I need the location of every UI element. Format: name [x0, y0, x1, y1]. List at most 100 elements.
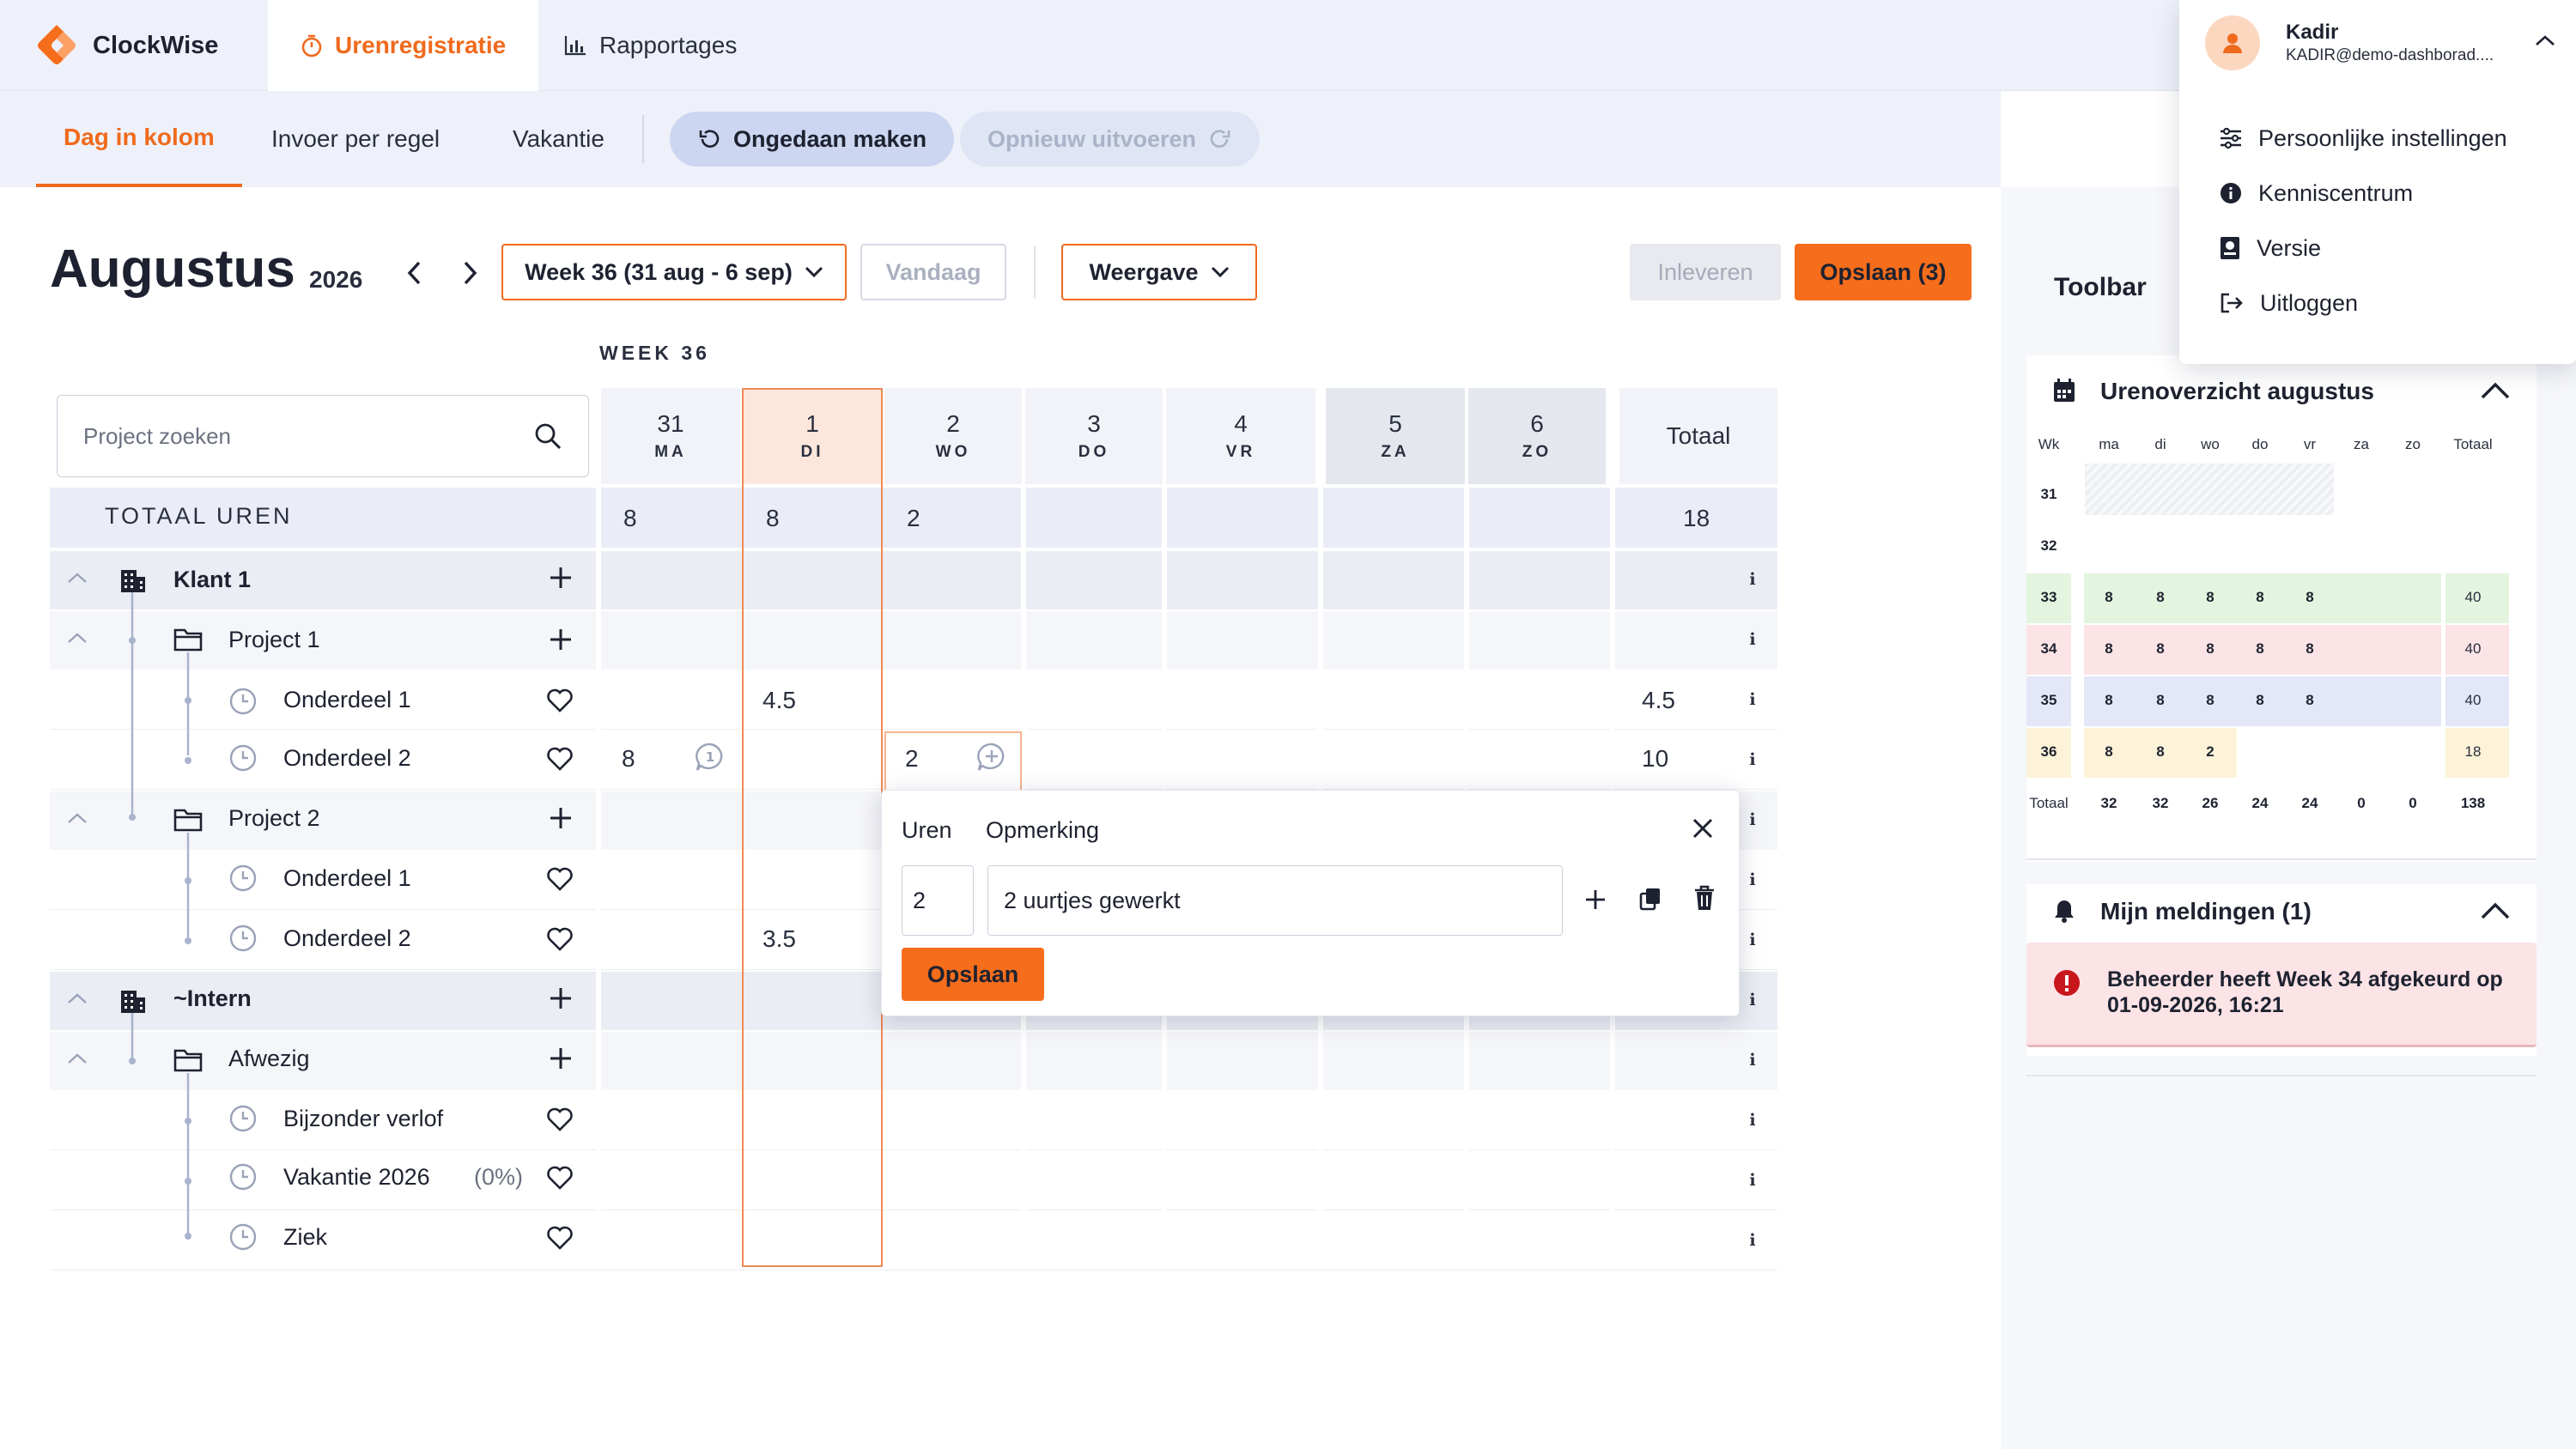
add-icon[interactable]	[548, 627, 574, 652]
clock-icon	[228, 864, 258, 893]
info-icon[interactable]: i	[1743, 1111, 1762, 1130]
hours-cell-di[interactable]: 3.5	[762, 925, 796, 953]
out-of-month-cells	[2085, 464, 2334, 515]
add-comment-icon[interactable]	[975, 742, 1008, 773]
chevron-up-icon[interactable]	[2480, 901, 2511, 920]
overview-row-total: 40	[2464, 692, 2482, 708]
collapse-icon[interactable]	[67, 572, 88, 584]
overview-value: 8	[2156, 640, 2165, 657]
task-label: Onderdeel 1	[283, 865, 411, 891]
info-circle-icon	[2219, 181, 2243, 205]
clock-icon	[228, 1222, 258, 1252]
week-number[interactable]: 31	[2025, 486, 2073, 503]
overview-header: zo	[2405, 436, 2421, 452]
add-icon[interactable]	[1583, 888, 1607, 912]
remark-input[interactable]: 2 uurtjes gewerkt	[987, 865, 1563, 936]
overview-total-value: 26	[2202, 795, 2219, 811]
info-icon[interactable]: i	[1743, 810, 1762, 829]
info-icon[interactable]: i	[1743, 570, 1762, 589]
avatar[interactable]	[2205, 15, 2260, 70]
add-icon[interactable]	[548, 985, 574, 1011]
info-icon[interactable]: i	[1743, 630, 1762, 649]
collapse-icon[interactable]	[67, 1052, 88, 1064]
info-icon[interactable]: i	[1743, 991, 1762, 1009]
hours-cell-ma[interactable]: 8	[622, 745, 635, 773]
collapse-icon[interactable]	[67, 812, 88, 824]
overview-total-value: 0	[2409, 795, 2417, 811]
task-label: Onderdeel 2	[283, 925, 411, 951]
heart-icon[interactable]	[546, 1166, 574, 1190]
hours-label: Uren	[902, 817, 952, 843]
folder-icon	[173, 1047, 203, 1073]
user-icon	[2221, 31, 2244, 55]
overview-value: 8	[2156, 692, 2165, 708]
add-icon[interactable]	[548, 1046, 574, 1071]
info-icon[interactable]: i	[1743, 870, 1762, 889]
overview-header: di	[2154, 436, 2166, 452]
menu-item-settings[interactable]: Persoonlijke instellingen	[2219, 117, 2507, 160]
svg-text:1: 1	[706, 749, 714, 765]
clock-icon	[228, 1162, 258, 1191]
task-label: Bijzonder verlof	[283, 1106, 444, 1131]
overview-total-value: 24	[2251, 795, 2269, 811]
menu-item-label: Versie	[2257, 234, 2322, 261]
divider	[2026, 1075, 2537, 1076]
info-icon[interactable]: i	[1743, 1231, 1762, 1250]
user-name: Kadir	[2286, 21, 2339, 44]
menu-item-versie[interactable]: Versie	[2219, 227, 2321, 270]
folder-icon	[173, 807, 203, 833]
chevron-up-icon[interactable]	[2535, 34, 2555, 46]
week-number[interactable]: 35	[2025, 692, 2073, 709]
overview-header: za	[2354, 436, 2369, 452]
collapse-icon[interactable]	[67, 632, 88, 644]
building-icon	[118, 985, 148, 1015]
close-icon[interactable]	[1692, 817, 1714, 840]
trash-icon[interactable]	[1693, 884, 1716, 912]
menu-item-uitloggen[interactable]: Uitloggen	[2219, 282, 2358, 324]
clock-icon	[228, 743, 258, 773]
heart-icon[interactable]	[546, 867, 574, 891]
overview-total-value: 24	[2301, 795, 2318, 811]
heart-icon[interactable]	[546, 747, 574, 771]
week-number[interactable]: 36	[2025, 743, 2073, 761]
hours-cell-wo[interactable]: 2	[905, 745, 919, 773]
task-label: Onderdeel 2	[283, 745, 411, 771]
overview-value: 2	[2206, 743, 2215, 760]
hours-cell-di[interactable]: 4.5	[762, 687, 796, 714]
overview-value: 8	[2256, 692, 2264, 708]
add-icon[interactable]	[548, 565, 574, 591]
copy-icon[interactable]	[1638, 886, 1662, 912]
overview-total-value: 0	[2357, 795, 2366, 811]
heart-icon[interactable]	[546, 1226, 574, 1250]
overview-header: Wk	[2038, 436, 2060, 452]
popover-save-button[interactable]: Opslaan	[902, 948, 1044, 1001]
logout-icon	[2219, 291, 2245, 315]
overview-total-value: 32	[2152, 795, 2169, 811]
hours-input[interactable]: 2	[902, 865, 974, 936]
info-icon[interactable]: i	[1743, 1051, 1762, 1070]
overview-total-label: Totaal	[2029, 795, 2069, 811]
info-icon[interactable]: i	[1743, 931, 1762, 949]
add-icon[interactable]	[548, 805, 574, 831]
overview-cell-bg	[2388, 625, 2441, 675]
heart-icon[interactable]	[546, 927, 574, 951]
heart-icon[interactable]	[546, 688, 574, 712]
overview-total-value: 32	[2100, 795, 2117, 811]
folder-icon	[173, 627, 203, 652]
overview-title: Urenoverzicht augustus	[2100, 378, 2374, 404]
overview-value: 8	[2156, 589, 2165, 605]
overview-cell-bg	[2336, 625, 2390, 675]
chevron-up-icon[interactable]	[2480, 381, 2511, 400]
menu-item-kenniscentrum[interactable]: Kenniscentrum	[2219, 172, 2413, 215]
info-icon[interactable]: i	[1743, 750, 1762, 769]
project-label: Project 1	[228, 627, 320, 652]
comment-icon[interactable]: 1	[694, 742, 726, 773]
info-icon[interactable]: i	[1743, 690, 1762, 709]
collapse-icon[interactable]	[67, 992, 88, 1004]
week-number[interactable]: 34	[2025, 640, 2073, 658]
week-number[interactable]: 32	[2025, 537, 2073, 555]
heart-icon[interactable]	[546, 1107, 574, 1131]
week-number[interactable]: 33	[2025, 589, 2073, 606]
menu-item-label: Kenniscentrum	[2258, 179, 2414, 206]
info-icon[interactable]: i	[1743, 1171, 1762, 1190]
